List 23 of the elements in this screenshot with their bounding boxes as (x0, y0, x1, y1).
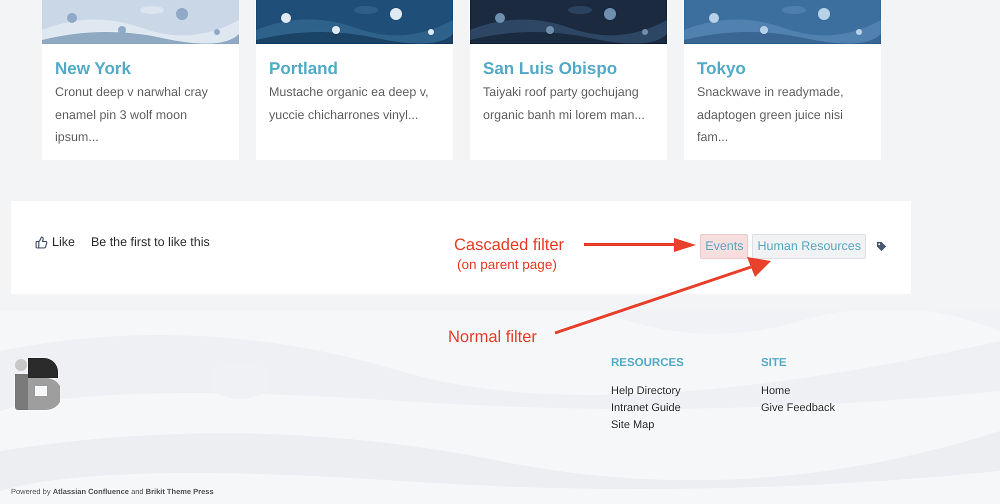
annotation-label: Normal filter (448, 327, 537, 347)
footer-link[interactable]: Intranet Guide (611, 400, 714, 417)
card[interactable]: Tokyo Snackwave in readymade, adaptogen green juice nisi fam... (684, 0, 881, 160)
like-button[interactable]: Like (35, 233, 75, 252)
annotation-label: Cascaded filter (454, 235, 564, 255)
footer-heading: SITE (761, 356, 788, 370)
footer-link[interactable]: Site Map (611, 417, 714, 434)
like-status: Be the first to like this (90, 234, 210, 251)
card[interactable]: San Luis Obispo Taiyaki roof party gochujang organic banh mi lorem man... (470, 0, 667, 160)
footer-heading: RESOURCES (611, 356, 685, 370)
card[interactable]: New York Cronut deep v narwhal cray enamel pin 3 wolf moon ipsum... (42, 0, 239, 160)
card[interactable]: Portland Mustache organic ea deep v, yuccie chicharrones vinyl... (256, 0, 453, 160)
footer-link[interactable]: Home (761, 383, 864, 400)
footer-link[interactable]: Give Feedback (761, 400, 864, 417)
card-description: Cronut deep v narwhal cray enamel pin 3 wolf moon ipsum... (55, 84, 209, 146)
footer-link[interactable]: Help Directory (611, 383, 714, 400)
tag-icon (876, 241, 887, 252)
logo-icon (14, 358, 60, 410)
thumbs-up-icon (35, 236, 48, 249)
card-description: Mustache organic ea deep v, yuccie chicharrones vinyl... (269, 84, 430, 124)
card-description: Snackwave in readymade, adaptogen green juice nisi fam... (697, 84, 845, 146)
card-description: Taiyaki roof party gochujang organic banh mi lorem man... (483, 84, 646, 124)
annotation-note: (on parent page) (457, 257, 557, 273)
